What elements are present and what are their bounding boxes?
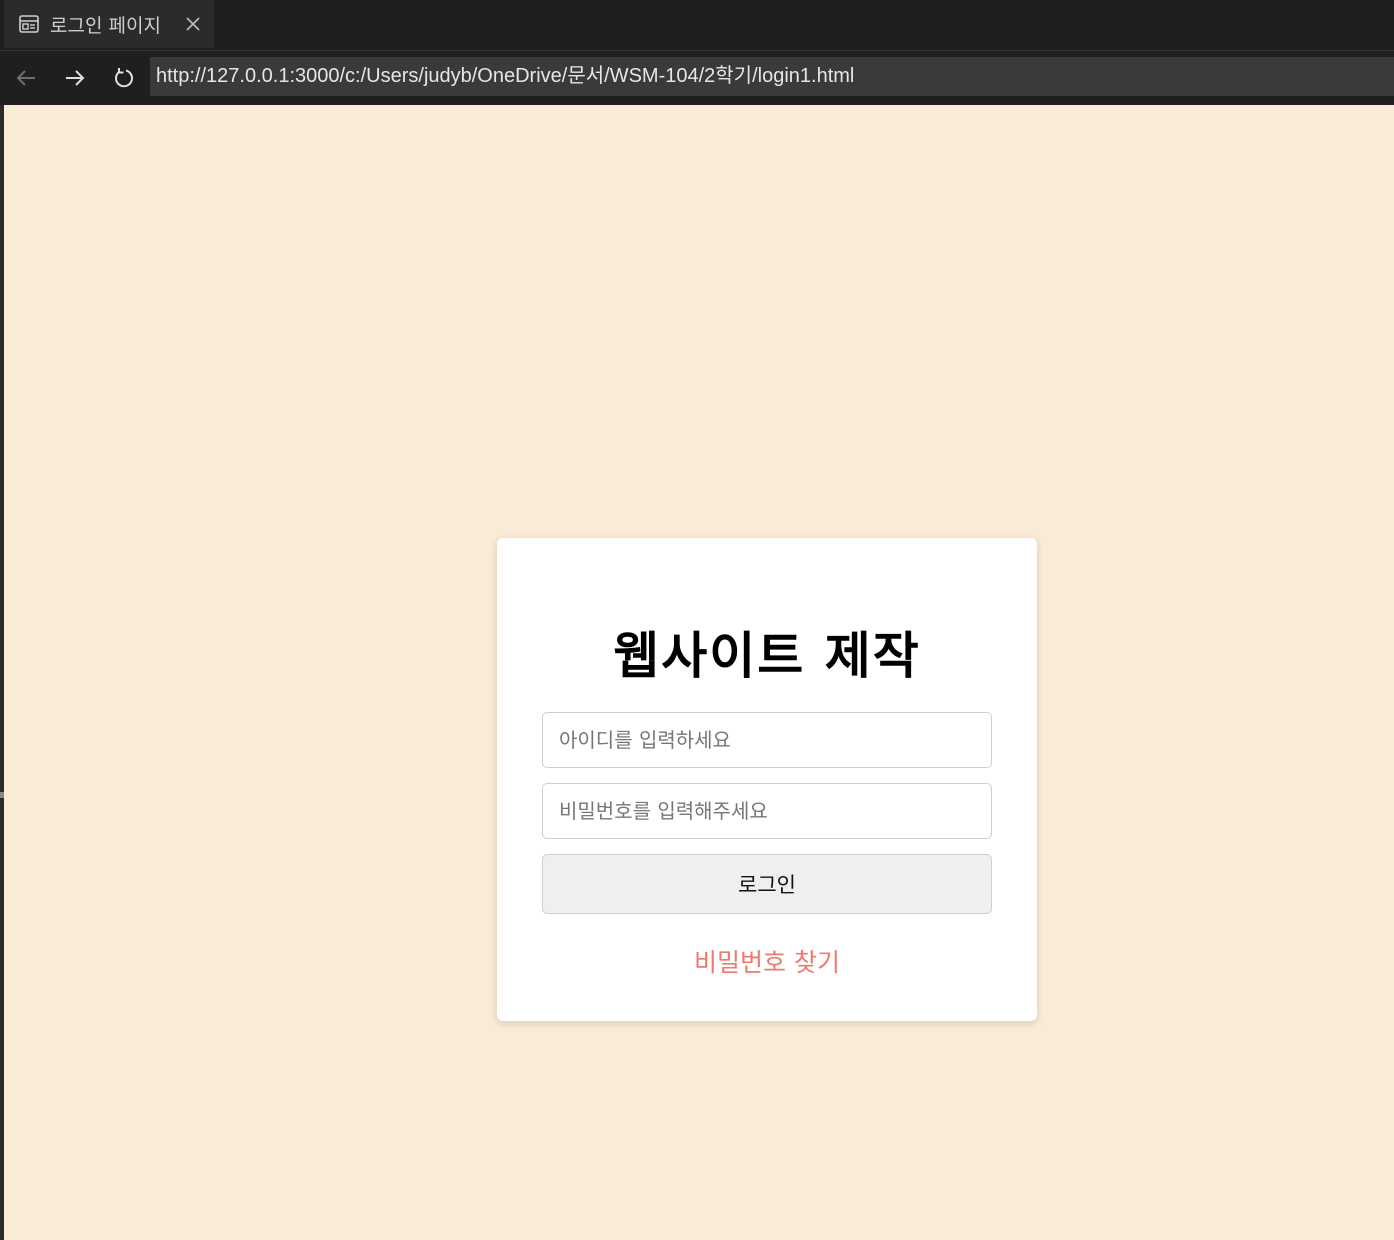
arrow-right-icon[interactable] (58, 61, 92, 95)
address-bar[interactable]: http://127.0.0.1:3000/c:/Users/judyb/One… (150, 57, 1394, 96)
close-icon[interactable] (182, 13, 204, 35)
password-input[interactable] (542, 783, 992, 839)
arrow-left-icon[interactable] (9, 61, 43, 95)
reload-icon[interactable] (107, 61, 141, 95)
id-input[interactable] (542, 712, 992, 768)
page-icon (18, 13, 40, 35)
page-title: 웹사이트 제작 (613, 627, 921, 685)
tab-title: 로그인 페이지 (50, 14, 161, 37)
login-button[interactable]: 로그인 (542, 854, 992, 914)
tab-strip: 로그인 페이지 (0, 0, 1394, 50)
forgot-password-link[interactable]: 비밀번호 찾기 (497, 943, 1037, 979)
browser-toolbar: http://127.0.0.1:3000/c:/Users/judyb/One… (0, 50, 1394, 105)
login-card: 웹사이트 제작 로그인 비밀번호 찾기 (497, 538, 1037, 1021)
tab-login-page[interactable]: 로그인 페이지 (4, 0, 214, 48)
browser-window: 로그인 페이지 http://127.0.0.1:3000/c:/Users/j… (0, 0, 1394, 1240)
